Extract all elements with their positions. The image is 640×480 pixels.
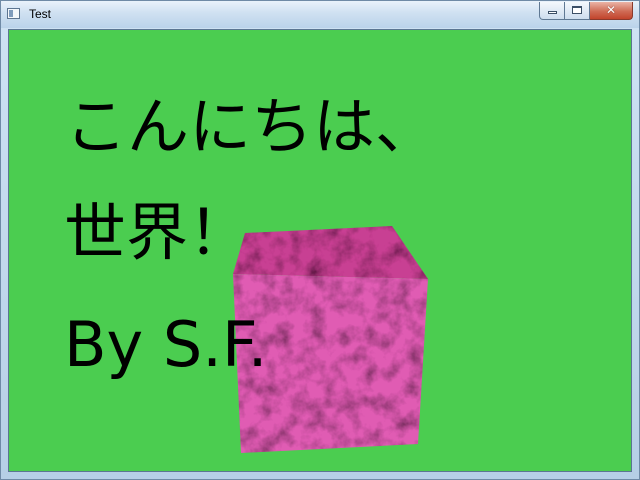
app-window-icon[interactable] (7, 8, 20, 19)
close-icon: ✕ (605, 3, 617, 17)
minimize-button[interactable] (539, 2, 565, 20)
maximize-icon (572, 6, 582, 14)
maximize-button[interactable] (565, 2, 590, 20)
close-button[interactable]: ✕ (590, 2, 633, 20)
window-controls: ✕ (539, 2, 633, 20)
cube-top-face (233, 226, 428, 279)
minimize-icon (548, 11, 557, 14)
window-title: Test (29, 7, 52, 21)
title-bar[interactable]: Test ✕ (1, 1, 639, 28)
app-window: Test ✕ こんにちは、 世界！ By S.F. (0, 0, 640, 480)
author-line: By S.F. (64, 308, 268, 381)
greeting-line-2: 世界！ (64, 196, 251, 269)
render-canvas[interactable]: こんにちは、 世界！ By S.F. (8, 29, 632, 472)
greeting-line-1: こんにちは、 (65, 90, 438, 163)
